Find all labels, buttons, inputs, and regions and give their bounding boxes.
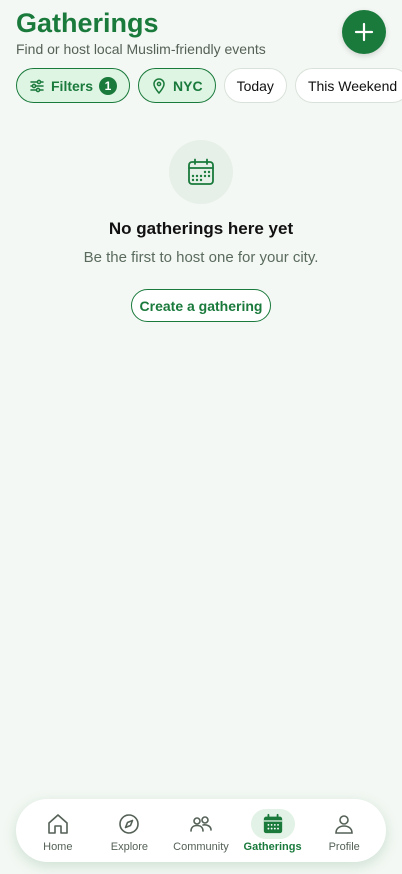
nav-home[interactable]: Home: [23, 809, 93, 853]
nav-profile-label: Profile: [328, 840, 360, 853]
people-icon: [179, 809, 223, 839]
today-chip[interactable]: Today: [223, 68, 287, 103]
nav-explore[interactable]: Explore: [94, 809, 164, 853]
nav-explore-label: Explore: [110, 840, 149, 853]
location-pin-icon: [151, 77, 167, 94]
filters-chip[interactable]: Filters 1: [16, 68, 131, 103]
person-icon: [322, 809, 366, 839]
filter-chips: Filters 1 NYC Today This Weekend: [16, 68, 402, 103]
compass-icon: [107, 809, 151, 839]
this-weekend-label: This Weekend: [307, 77, 398, 94]
plus-icon: [354, 22, 374, 42]
today-label: Today: [236, 77, 274, 94]
nav-gatherings[interactable]: Gatherings: [238, 808, 308, 853]
gatherings-screen: Gatherings Find or host local Muslim-fri…: [0, 0, 402, 874]
location-chip[interactable]: NYC: [138, 68, 216, 103]
nav-community-label: Community: [173, 840, 229, 853]
location-label: NYC: [173, 77, 203, 94]
sliders-icon: [29, 78, 45, 94]
nav-home-label: Home: [43, 840, 73, 853]
bottom-nav: Home Explore Community Gatherings Profil…: [16, 799, 386, 862]
create-gathering-button[interactable]: Create a gathering: [131, 289, 271, 322]
home-icon: [36, 809, 80, 839]
filters-count-badge: 1: [99, 76, 118, 95]
this-weekend-chip[interactable]: This Weekend: [294, 68, 402, 103]
nav-profile[interactable]: Profile: [309, 809, 379, 853]
calendar-filled-icon: [250, 808, 295, 839]
add-gathering-button[interactable]: [342, 10, 386, 54]
nav-community[interactable]: Community: [166, 809, 236, 853]
empty-state-subtitle: Be the first to host one for your city.: [83, 249, 319, 266]
page-title: Gatherings: [16, 8, 159, 38]
calendar-icon: [169, 140, 233, 204]
filters-label: Filters: [51, 77, 94, 94]
nav-gatherings-label: Gatherings: [243, 840, 302, 853]
empty-state-title: No gatherings here yet: [108, 219, 294, 238]
page-subtitle: Find or host local Muslim-friendly event…: [16, 41, 266, 57]
